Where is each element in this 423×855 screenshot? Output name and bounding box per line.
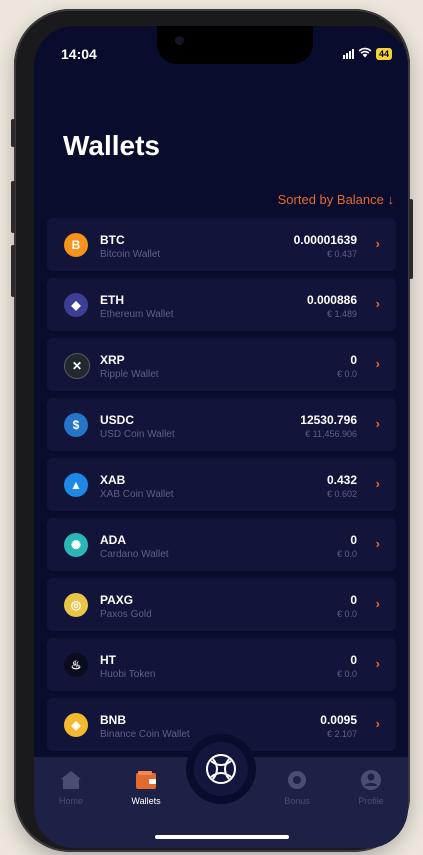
- nav-wallets[interactable]: Wallets: [116, 770, 176, 806]
- wallet-list: B BTC Bitcoin Wallet 0.00001639 € 0.437 …: [47, 218, 396, 758]
- status-time: 14:04: [61, 46, 97, 62]
- wallet-balance: 0: [350, 593, 357, 607]
- wallet-name: USD Coin Wallet: [100, 429, 175, 440]
- wallet-symbol: HT: [100, 653, 116, 667]
- home-icon: [61, 771, 81, 789]
- chevron-right-icon: ›: [375, 416, 380, 431]
- nav-bonus-label: Bonus: [284, 796, 310, 806]
- chevron-right-icon: ›: [375, 296, 380, 311]
- nav-profile-label: Profile: [358, 796, 384, 806]
- wallet-name: XAB Coin Wallet: [100, 489, 174, 500]
- chevron-right-icon: ›: [375, 236, 380, 251]
- wallet-balance: 0: [350, 533, 357, 547]
- chevron-right-icon: ›: [375, 356, 380, 371]
- paxos-gold-icon: ◎: [64, 593, 88, 617]
- chevron-right-icon: ›: [375, 716, 380, 731]
- wallet-symbol: USDC: [100, 413, 135, 427]
- wallet-fiat-value: € 0.602: [326, 489, 357, 499]
- nav-home[interactable]: Home: [41, 770, 101, 806]
- wallet-balance: 0: [350, 353, 357, 367]
- wallet-balance: 12530.796: [300, 413, 357, 427]
- wallet-symbol: XAB: [100, 473, 126, 487]
- wallet-row[interactable]: ◎ PAXG Paxos Gold 0 € 0.0 ›: [47, 578, 396, 631]
- wallet-balance: 0.0095: [320, 713, 357, 727]
- wallet-fiat-value: € 11,456.906: [305, 429, 357, 439]
- wallet-balance: 0.00001639: [293, 233, 357, 247]
- chevron-right-icon: ›: [375, 656, 380, 671]
- bitcoin-icon: B: [64, 233, 88, 257]
- wallet-row[interactable]: ✺ ADA Cardano Wallet 0 € 0.0 ›: [47, 518, 396, 571]
- wallet-fiat-value: € 1.489: [326, 309, 357, 319]
- bonus-icon: [288, 771, 306, 789]
- usd-coin-icon: $: [64, 413, 88, 437]
- home-indicator: [155, 835, 289, 839]
- center-action-button[interactable]: [186, 734, 256, 804]
- ethereum-icon: ◆: [64, 293, 88, 317]
- wallet-fiat-value: € 0.437: [326, 249, 357, 259]
- phone-frame: 14:04 44 Wallets Sorted by Balance ↓ B B…: [11, 9, 413, 852]
- wallet-name: Binance Coin Wallet: [100, 729, 190, 740]
- power-button: [409, 199, 413, 279]
- wallet-symbol: ETH: [100, 293, 124, 307]
- chevron-right-icon: ›: [375, 536, 380, 551]
- wallet-symbol: ADA: [100, 533, 126, 547]
- wallet-icon: [136, 771, 156, 789]
- nav-bonus[interactable]: Bonus: [267, 770, 327, 806]
- wallet-name: Ripple Wallet: [100, 369, 159, 380]
- binance-coin-icon: ◈: [64, 713, 88, 737]
- nav-home-label: Home: [58, 796, 83, 806]
- notch: [157, 26, 313, 64]
- center-action-inner: [194, 742, 248, 796]
- sort-toggle[interactable]: Sorted by Balance ↓: [278, 192, 394, 207]
- wallet-name: Huobi Token: [100, 669, 156, 680]
- huobi-token-icon: ♨: [64, 653, 88, 677]
- wallet-fiat-value: € 0.0: [336, 609, 357, 619]
- wallet-row[interactable]: ◆ ETH Ethereum Wallet 0.000886 € 1.489 ›: [47, 278, 396, 331]
- wallet-row[interactable]: ♨ HT Huobi Token 0 € 0.0 ›: [47, 638, 396, 691]
- wallet-symbol: XRP: [100, 353, 125, 367]
- chevron-right-icon: ›: [375, 476, 380, 491]
- wallet-row[interactable]: ✕ XRP Ripple Wallet 0 € 0.0 ›: [47, 338, 396, 391]
- cardano-icon: ✺: [64, 533, 88, 557]
- ripple-icon: ✕: [64, 353, 90, 379]
- network-icon: [206, 754, 236, 784]
- profile-icon: [361, 770, 381, 790]
- wallet-fiat-value: € 0.0: [336, 369, 357, 379]
- wallet-name: Ethereum Wallet: [100, 309, 174, 320]
- xab-icon: ▲: [64, 473, 88, 497]
- mute-switch: [11, 119, 15, 147]
- wallet-row[interactable]: B BTC Bitcoin Wallet 0.00001639 € 0.437 …: [47, 218, 396, 271]
- front-camera: [175, 36, 184, 45]
- nav-profile[interactable]: Profile: [341, 770, 401, 806]
- wallet-fiat-value: € 0.0: [336, 549, 357, 559]
- wallet-name: Bitcoin Wallet: [100, 249, 161, 260]
- chevron-right-icon: ›: [375, 596, 380, 611]
- wallet-symbol: BNB: [100, 713, 126, 727]
- wallet-row[interactable]: ▲ XAB XAB Coin Wallet 0.432 € 0.602 ›: [47, 458, 396, 511]
- volume-up-button: [11, 181, 15, 233]
- wallet-symbol: BTC: [100, 233, 125, 247]
- wallet-name: Cardano Wallet: [100, 549, 169, 560]
- wallet-name: Paxos Gold: [100, 609, 152, 620]
- wallet-balance: 0: [350, 653, 357, 667]
- wallet-fiat-value: € 2.107: [326, 729, 357, 739]
- battery-icon: 44: [375, 48, 392, 60]
- volume-down-button: [11, 245, 15, 297]
- nav-wallets-label: Wallets: [131, 796, 161, 806]
- wallet-balance: 0.432: [326, 473, 357, 487]
- wifi-icon: [358, 47, 372, 61]
- wallet-fiat-value: € 0.0: [336, 669, 357, 679]
- wallet-balance: 0.000886: [306, 293, 357, 307]
- wallet-symbol: PAXG: [100, 593, 134, 607]
- page-title: Wallets: [63, 130, 160, 161]
- wallet-row[interactable]: $ USDC USD Coin Wallet 12530.796 € 11,45…: [47, 398, 396, 451]
- signal-icon: [342, 49, 354, 59]
- status-icons: 44: [342, 47, 392, 61]
- app-screen: 14:04 44 Wallets Sorted by Balance ↓ B B…: [34, 26, 408, 848]
